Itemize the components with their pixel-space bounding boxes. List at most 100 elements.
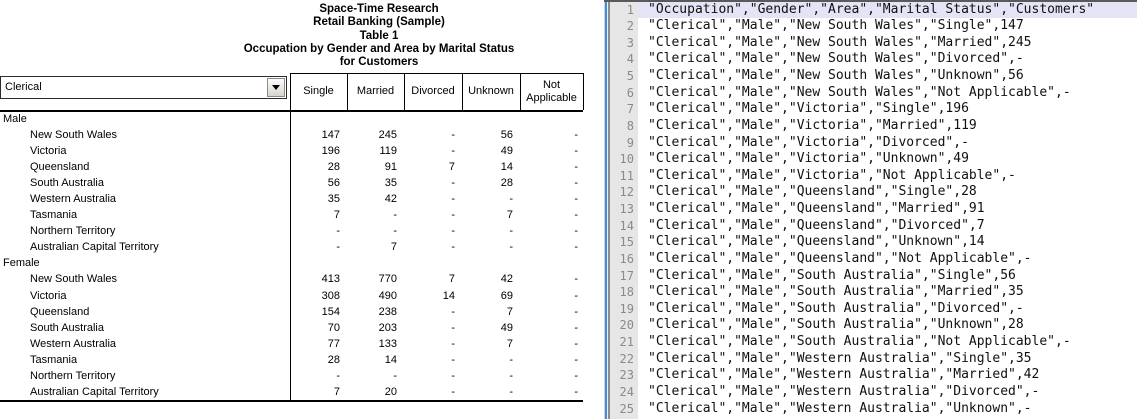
line-text[interactable]: "Clerical","Male","Queensland","Unknown"… <box>638 234 1137 251</box>
editor-line[interactable]: 16"Clerical","Male","Queensland","Not Ap… <box>604 251 1137 268</box>
editor-line[interactable]: 24"Clerical","Male","Western Australia",… <box>604 384 1137 401</box>
value-cell: 7 <box>404 273 462 285</box>
line-text[interactable]: "Clerical","Male","Western Australia","U… <box>638 401 1137 418</box>
report-title: Space-Time Research Retail Banking (Samp… <box>79 3 679 69</box>
editor-line[interactable]: 2"Clerical","Male","New South Wales","Si… <box>604 18 1137 35</box>
value-cell: - <box>520 386 583 398</box>
value-cell: - <box>520 129 583 141</box>
editor-line[interactable]: 7 "Clerical","Male","Victoria","Single",1… <box>604 101 1137 118</box>
line-number: 13 <box>610 202 634 216</box>
editor-panel: 1"Occupation","Gender","Area","Marital S… <box>604 0 1137 419</box>
table-row: New South Wales147245-56- <box>0 127 583 143</box>
column-header: Unknown <box>462 73 520 110</box>
line-number: 6 <box>610 86 634 100</box>
editor-line[interactable]: 11"Clerical","Male","Victoria","Not Appl… <box>604 168 1137 185</box>
active-line-text[interactable]: "Occupation","Gender","Area","Marital St… <box>638 2 1137 19</box>
line-text[interactable]: "Clerical","Male","New South Wales","Mar… <box>638 35 1137 52</box>
value-cell: 28 <box>462 177 520 189</box>
line-text[interactable]: "Clerical","Male","Queensland","Single",… <box>638 184 1137 201</box>
gender-group-label: Female <box>0 257 290 269</box>
area-label: Australian Capital Territory <box>0 241 290 253</box>
editor-line[interactable]: 14 "Clerical","Male","Queensland","Divorc… <box>604 218 1137 235</box>
editor-line[interactable]: 13 "Clerical","Male","Queensland","Marrie… <box>604 201 1137 218</box>
line-text[interactable]: "Clerical","Male","Queensland","Married"… <box>638 201 1137 218</box>
value-cell: - <box>520 241 583 253</box>
line-text[interactable]: "Clerical","Male","Queensland","Divorced… <box>638 218 1137 235</box>
editor-line[interactable]: 22"Clerical","Male","Western Australia",… <box>604 351 1137 368</box>
editor-line[interactable]: 12"Clerical","Male","Queensland","Single… <box>604 184 1137 201</box>
line-number: 21 <box>610 335 634 349</box>
line-text[interactable]: "Clerical","Male","Western Australia","M… <box>638 367 1137 384</box>
title-line: Table 1 <box>79 30 679 43</box>
editor-line[interactable]: 1"Occupation","Gender","Area","Marital S… <box>604 2 1137 19</box>
gender-group-label: Male <box>0 113 290 125</box>
occupation-dropdown[interactable]: Clerical <box>0 76 287 99</box>
line-text[interactable]: "Clerical","Male","Western Australia","S… <box>638 351 1137 368</box>
area-label: South Australia <box>0 322 290 334</box>
editor-line[interactable]: 21 "Clerical","Male","South Australia","N… <box>604 334 1137 351</box>
value-cell: 49 <box>462 145 520 157</box>
table-row: Australian Capital Territory-7--- <box>0 239 583 255</box>
editor-line[interactable]: 3"Clerical","Male","New South Wales","Ma… <box>604 35 1137 52</box>
value-cell: 7 <box>404 161 462 173</box>
line-number: 8 <box>610 119 634 133</box>
value-cell: - <box>347 225 404 237</box>
editor-line[interactable]: 15"Clerical","Male","Queensland","Unknow… <box>604 234 1137 251</box>
line-text[interactable]: "Clerical","Male","New South Wales","Div… <box>638 51 1137 68</box>
line-text[interactable]: "Clerical","Male","Western Australia","D… <box>638 384 1137 401</box>
line-text[interactable]: "Clerical","Male","Victoria","Divorced",… <box>638 135 1137 152</box>
line-text[interactable]: "Clerical","Male","South Australia","Mar… <box>638 284 1137 301</box>
value-cell: 413 <box>290 273 347 285</box>
table-row: Northern Territory----- <box>0 368 583 384</box>
value-cell: - <box>404 354 462 366</box>
area-label: Queensland <box>0 161 290 173</box>
value-cell: 28 <box>290 161 347 173</box>
line-text[interactable]: "Clerical","Male","Victoria","Unknown",4… <box>638 151 1137 168</box>
line-text[interactable]: "Clerical","Male","Queensland","Not Appl… <box>638 251 1137 268</box>
table-row: Western Australia3542--- <box>0 191 583 207</box>
table-group-row: Male <box>0 111 583 127</box>
line-text[interactable]: "Clerical","Male","South Australia","Unk… <box>638 317 1137 334</box>
editor-line[interactable]: 18"Clerical","Male","South Australia","M… <box>604 284 1137 301</box>
editor-line[interactable]: 4"Clerical","Male","New South Wales","Di… <box>604 51 1137 68</box>
area-label: Tasmania <box>0 209 290 221</box>
line-text[interactable]: "Clerical","Male","South Australia","Div… <box>638 301 1137 318</box>
table-row: Australian Capital Territory720--- <box>0 384 583 400</box>
value-cell: - <box>520 306 583 318</box>
value-cell: 28 <box>290 354 347 366</box>
editor-line[interactable]: 10"Clerical","Male","Victoria","Unknown"… <box>604 151 1137 168</box>
column-header: Divorced <box>404 73 462 110</box>
column-header: Not Applicable <box>520 73 583 110</box>
editor-line[interactable]: 17"Clerical","Male","South Australia","S… <box>604 268 1137 285</box>
editor-line[interactable]: 25"Clerical","Male","Western Australia",… <box>604 401 1137 418</box>
line-text[interactable]: "Clerical","Male","South Australia","Not… <box>638 334 1137 351</box>
value-cell: 69 <box>462 290 520 302</box>
line-text[interactable]: "Clerical","Male","Victoria","Married",1… <box>638 118 1137 135</box>
line-text[interactable]: "Clerical","Male","Victoria","Single",19… <box>638 101 1137 118</box>
value-cell: 14 <box>462 161 520 173</box>
line-text[interactable]: "Clerical","Male","New South Wales","Not… <box>638 85 1137 102</box>
editor-line[interactable]: 8 "Clerical","Male","Victoria","Married",… <box>604 118 1137 135</box>
line-text[interactable]: "Clerical","Male","New South Wales","Sin… <box>638 18 1137 35</box>
value-cell: 77 <box>290 338 347 350</box>
line-number: 14 <box>610 219 634 233</box>
line-text[interactable]: "Clerical","Male","South Australia","Sin… <box>638 268 1137 285</box>
editor-line[interactable]: 6 "Clerical","Male","New South Wales","No… <box>604 85 1137 102</box>
line-number: 7 <box>610 102 634 116</box>
editor-line[interactable]: 23"Clerical","Male","Western Australia",… <box>604 367 1137 384</box>
value-cell: - <box>404 386 462 398</box>
area-label: New South Wales <box>0 129 290 141</box>
value-cell: - <box>520 290 583 302</box>
value-cell: - <box>462 193 520 205</box>
value-cell: - <box>404 209 462 221</box>
line-text[interactable]: "Clerical","Male","Victoria","Not Applic… <box>638 168 1137 185</box>
editor-line[interactable]: 5"Clerical","Male","New South Wales","Un… <box>604 68 1137 85</box>
dropdown-arrow-button[interactable] <box>267 78 285 97</box>
editor-text-area[interactable]: 1"Occupation","Gender","Area","Marital S… <box>604 2 1137 418</box>
value-cell: 56 <box>462 129 520 141</box>
line-text[interactable]: "Clerical","Male","New South Wales","Unk… <box>638 68 1137 85</box>
area-label: Tasmania <box>0 354 290 366</box>
editor-line[interactable]: 9"Clerical","Male","Victoria","Divorced"… <box>604 135 1137 152</box>
editor-line[interactable]: 20"Clerical","Male","South Australia","U… <box>604 317 1137 334</box>
editor-line[interactable]: 19"Clerical","Male","South Australia","D… <box>604 301 1137 318</box>
